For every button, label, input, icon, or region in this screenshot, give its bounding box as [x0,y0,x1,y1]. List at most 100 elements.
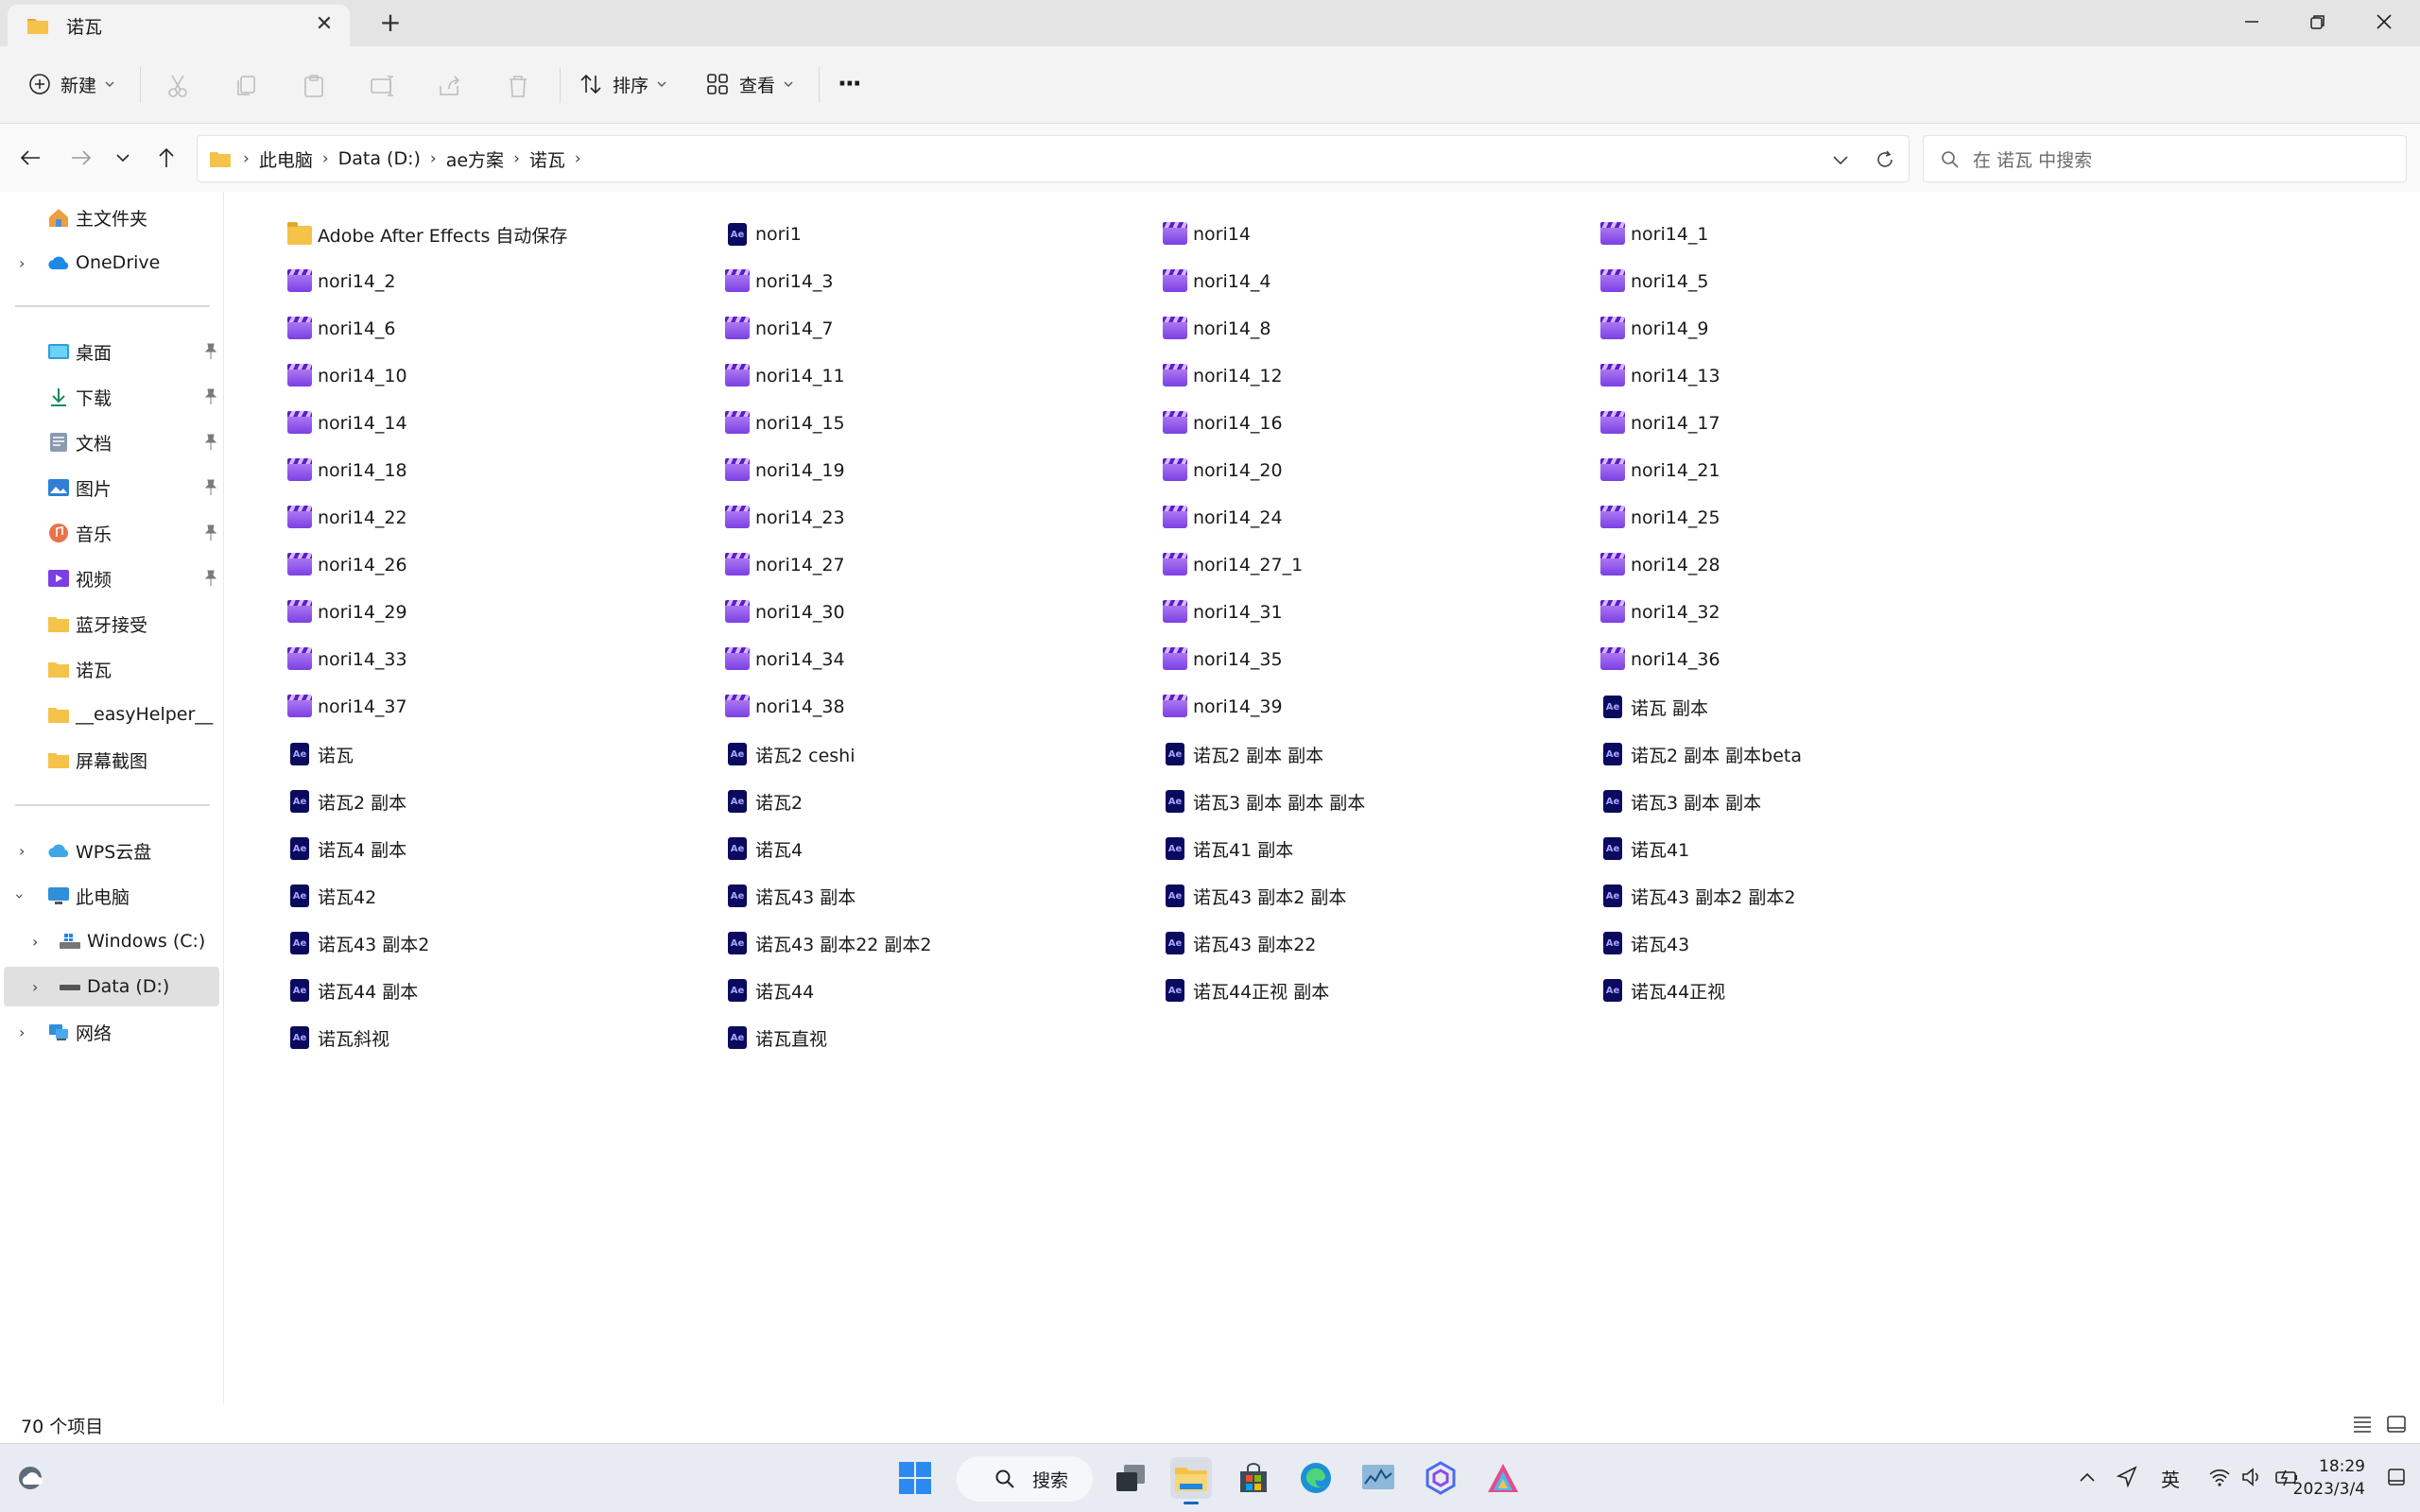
file-item[interactable]: nori14_10 [287,352,725,400]
file-item[interactable]: nori14_23 [725,494,1163,541]
file-item[interactable]: 诺瓦44正视 [1600,967,2038,1014]
sidebar-item-videos[interactable]: 视频 [4,558,219,598]
file-item[interactable]: nori14_38 [725,683,1163,730]
file-item[interactable]: 诺瓦44 副本 [287,967,725,1014]
delete-icon[interactable] [505,73,531,99]
sidebar-item-easyhelper-folder[interactable]: __easyHelper__ [4,695,219,734]
weather-widget[interactable] [11,1457,53,1499]
file-item[interactable]: 诺瓦2 副本 副本 [1163,730,1600,778]
copy-icon[interactable] [233,73,259,99]
file-item[interactable]: nori14_27_1 [1163,541,1600,589]
tray-overflow-chevron-icon[interactable] [2078,1470,2097,1484]
breadcrumb-this-pc[interactable]: 此电脑 [259,146,313,172]
file-item[interactable]: Adobe After Effects 自动保存 [287,211,725,258]
file-item[interactable]: nori14_8 [1163,305,1600,352]
file-item[interactable]: nori14_25 [1600,494,2038,541]
file-item[interactable]: 诺瓦 副本 [1600,683,2038,730]
rename-icon[interactable] [369,73,395,99]
sidebar-item-downloads[interactable]: 下载 [4,377,219,417]
pin-icon[interactable] [204,388,217,405]
file-item[interactable]: nori14_14 [287,400,725,447]
volume-icon[interactable] [2240,1467,2263,1487]
chevron-right-icon[interactable]: › [19,254,25,272]
file-item[interactable]: nori14_37 [287,683,725,730]
file-item[interactable]: nori14_35 [1163,636,1600,683]
recent-locations-chevron-icon[interactable] [110,145,136,171]
file-item[interactable]: nori14_12 [1163,352,1600,400]
chevron-right-icon[interactable]: › [19,842,25,860]
sidebar-item-bluetooth-folder[interactable]: 蓝牙接受 [4,604,219,644]
new-tab-button[interactable]: + [376,9,405,38]
file-item[interactable]: nori14_2 [287,258,725,305]
restore-button[interactable] [2286,0,2350,43]
pin-icon[interactable] [204,343,217,360]
breadcrumb-nuowa[interactable]: 诺瓦 [529,146,565,172]
file-item[interactable]: 诺瓦41 [1600,825,2038,872]
file-item[interactable]: nori14_33 [287,636,725,683]
file-item[interactable]: nori14_36 [1600,636,2038,683]
file-item[interactable]: nori14_29 [287,589,725,636]
sidebar-item-drive-c[interactable]: › Windows (C:) [4,921,219,961]
file-item[interactable]: 诺瓦2 ceshi [725,730,1163,778]
sidebar-item-onedrive[interactable]: › OneDrive [4,243,219,283]
location-arrow-icon[interactable] [2116,1465,2138,1489]
file-item[interactable]: nori14_28 [1600,541,2038,589]
file-item[interactable]: 诺瓦3 副本 副本 副本 [1163,778,1600,825]
file-item[interactable]: 诺瓦44 [725,967,1163,1014]
file-item[interactable]: 诺瓦4 副本 [287,825,725,872]
ime-indicator[interactable]: 英 [2161,1465,2180,1492]
close-tab-button[interactable]: ✕ [314,14,335,35]
file-item[interactable]: nori14_7 [725,305,1163,352]
sidebar-item-desktop[interactable]: 桌面 [4,332,219,371]
details-view-icon[interactable] [2352,1415,2373,1434]
file-item[interactable]: 诺瓦2 [725,778,1163,825]
cut-icon[interactable] [164,73,191,99]
file-item[interactable]: 诺瓦41 副本 [1163,825,1600,872]
sort-button[interactable]: 排序 [579,61,667,107]
file-item[interactable]: nori14_4 [1163,258,1600,305]
file-item[interactable]: nori14_5 [1600,258,2038,305]
address-bar[interactable]: › 此电脑 › Data (D:) › ae方案 › 诺瓦 › [197,135,1910,182]
tab-nuowa[interactable]: 诺瓦 ✕ [8,5,350,46]
file-item[interactable]: 诺瓦2 副本 副本beta [1600,730,2038,778]
file-item[interactable]: nori14_9 [1600,305,2038,352]
paste-icon[interactable] [301,73,327,99]
file-item[interactable]: nori14_27 [725,541,1163,589]
file-item[interactable]: 诺瓦 [287,730,725,778]
up-arrow-icon[interactable] [153,145,180,171]
triangle-app-button[interactable] [1482,1457,1524,1499]
file-item[interactable]: 诺瓦直视 [725,1014,1163,1061]
breadcrumb-separator[interactable]: › [430,149,437,168]
sidebar-item-nuowa-folder[interactable]: 诺瓦 [4,649,219,689]
search-input[interactable]: 在 诺瓦 中搜索 [1923,135,2407,182]
file-item[interactable]: 诺瓦43 副本2 副本2 [1600,872,2038,919]
sidebar-item-network[interactable]: › 网络 [4,1012,219,1052]
sidebar-item-drive-d[interactable]: › Data (D:) [4,967,219,1006]
more-options-button[interactable]: ··· [838,61,862,107]
back-arrow-icon[interactable] [17,145,43,171]
taskbar-search-button[interactable]: 搜索 [957,1456,1093,1502]
sidebar-item-home[interactable]: 主文件夹 [4,198,219,237]
file-item[interactable]: 诺瓦43 副本22 [1163,919,1600,967]
view-button[interactable]: 查看 [705,61,794,107]
file-item[interactable]: nori14_15 [725,400,1163,447]
file-item[interactable]: 诺瓦43 [1600,919,2038,967]
edge-browser-button[interactable] [1295,1457,1337,1499]
chevron-right-icon[interactable]: › [32,933,38,951]
file-item[interactable]: nori14_39 [1163,683,1600,730]
address-dropdown-icon[interactable] [1831,150,1850,169]
start-button[interactable] [894,1457,936,1499]
wifi-icon[interactable] [2208,1467,2231,1487]
file-item[interactable]: nori14_16 [1163,400,1600,447]
pin-icon[interactable] [204,524,217,541]
file-item[interactable]: nori14_11 [725,352,1163,400]
sidebar-item-documents[interactable]: 文档 [4,422,219,462]
file-item[interactable]: nori14_1 [1600,211,2038,258]
minimize-button[interactable] [2220,0,2284,43]
new-button[interactable]: 新建 [28,61,115,107]
file-explorer-taskbar-button[interactable] [1170,1457,1212,1504]
breadcrumb-separator[interactable]: › [322,149,329,168]
forward-arrow-icon[interactable] [68,145,95,171]
sidebar-item-this-pc[interactable]: › 此电脑 [4,876,219,916]
file-item[interactable]: 诺瓦斜视 [287,1014,725,1061]
